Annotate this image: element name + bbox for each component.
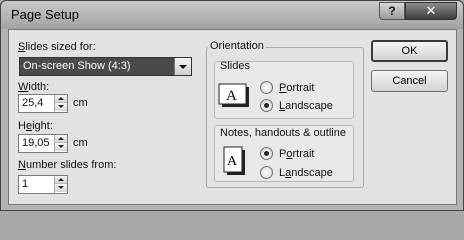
number-slides-from-value: 1 — [22, 178, 29, 190]
page-setup-dialog: Page Setup ? ✕ Slides sized for: On-scre… — [0, 0, 464, 211]
label-text: umber slides from: — [25, 159, 117, 171]
spin-up-icon[interactable] — [55, 135, 67, 143]
portrait-page-icon: A — [223, 146, 245, 175]
slides-sized-for-select[interactable]: On-screen Show (4:3) — [19, 57, 192, 76]
notes-portrait-label[interactable]: Portrait — [279, 148, 314, 160]
label-text: idth: — [28, 81, 50, 93]
label-text: andscape — [285, 100, 333, 112]
close-button[interactable]: ✕ — [405, 2, 457, 20]
width-label: Width: — [18, 81, 49, 93]
height-spin-buttons — [54, 135, 67, 152]
height-value: 19,05 — [22, 137, 50, 149]
label-text: ortrait — [286, 82, 315, 94]
number-spin-buttons — [54, 176, 67, 193]
notes-portrait-radio[interactable] — [260, 147, 273, 160]
notes-landscape-label[interactable]: Landscape — [279, 167, 333, 179]
spin-down-icon[interactable] — [55, 103, 67, 111]
help-button[interactable]: ? — [379, 2, 405, 20]
spin-down-icon[interactable] — [55, 184, 67, 192]
notes-landscape-radio[interactable] — [260, 166, 273, 179]
number-slides-from-label: Number slides from: — [18, 159, 116, 171]
height-label: Height: — [18, 120, 53, 132]
label-text: ight: — [32, 120, 53, 132]
dialog-title: Page Setup — [11, 7, 79, 22]
width-unit: cm — [73, 97, 88, 109]
accel-key: W — [18, 81, 29, 93]
slides-landscape-radio[interactable] — [260, 99, 273, 112]
orientation-legend: Orientation — [208, 40, 266, 52]
width-value: 25,4 — [22, 97, 44, 109]
height-spinner[interactable]: 19,05 — [18, 134, 68, 153]
height-unit: cm — [73, 137, 88, 149]
chevron-down-icon[interactable] — [174, 58, 191, 75]
number-slides-from-spinner[interactable]: 1 — [18, 175, 68, 194]
slides-portrait-label[interactable]: Portrait — [279, 82, 314, 94]
slides-portrait-radio[interactable] — [260, 81, 273, 94]
spin-up-icon[interactable] — [55, 95, 67, 103]
slides-landscape-label[interactable]: Landscape — [279, 100, 333, 112]
label-text: lides sized for: — [25, 41, 96, 53]
accel-key: N — [18, 159, 26, 171]
width-spin-buttons — [54, 95, 67, 112]
ok-button[interactable]: OK — [371, 40, 448, 62]
page-icon-letter: A — [226, 88, 237, 104]
label-text: rtrait — [292, 148, 315, 160]
landscape-page-icon: A — [218, 83, 249, 107]
slides-orientation-label: Slides — [220, 60, 250, 72]
dialog-body: Slides sized for: On-screen Show (4:3) W… — [8, 29, 457, 205]
notes-orientation-label: Notes, handouts & outline — [220, 127, 346, 139]
width-spinner[interactable]: 25,4 — [18, 94, 68, 113]
spin-down-icon[interactable] — [55, 143, 67, 151]
label-text: H — [18, 120, 26, 132]
slides-sized-for-value: On-screen Show (4:3) — [23, 60, 131, 72]
cancel-button[interactable]: Cancel — [371, 70, 448, 92]
page-icon-letter: A — [227, 154, 238, 169]
slides-sized-for-label: Slides sized for: — [18, 41, 96, 53]
label-text: ndscape — [291, 167, 333, 179]
spin-up-icon[interactable] — [55, 176, 67, 184]
title-bar[interactable]: Page Setup ? ✕ — [1, 1, 463, 29]
